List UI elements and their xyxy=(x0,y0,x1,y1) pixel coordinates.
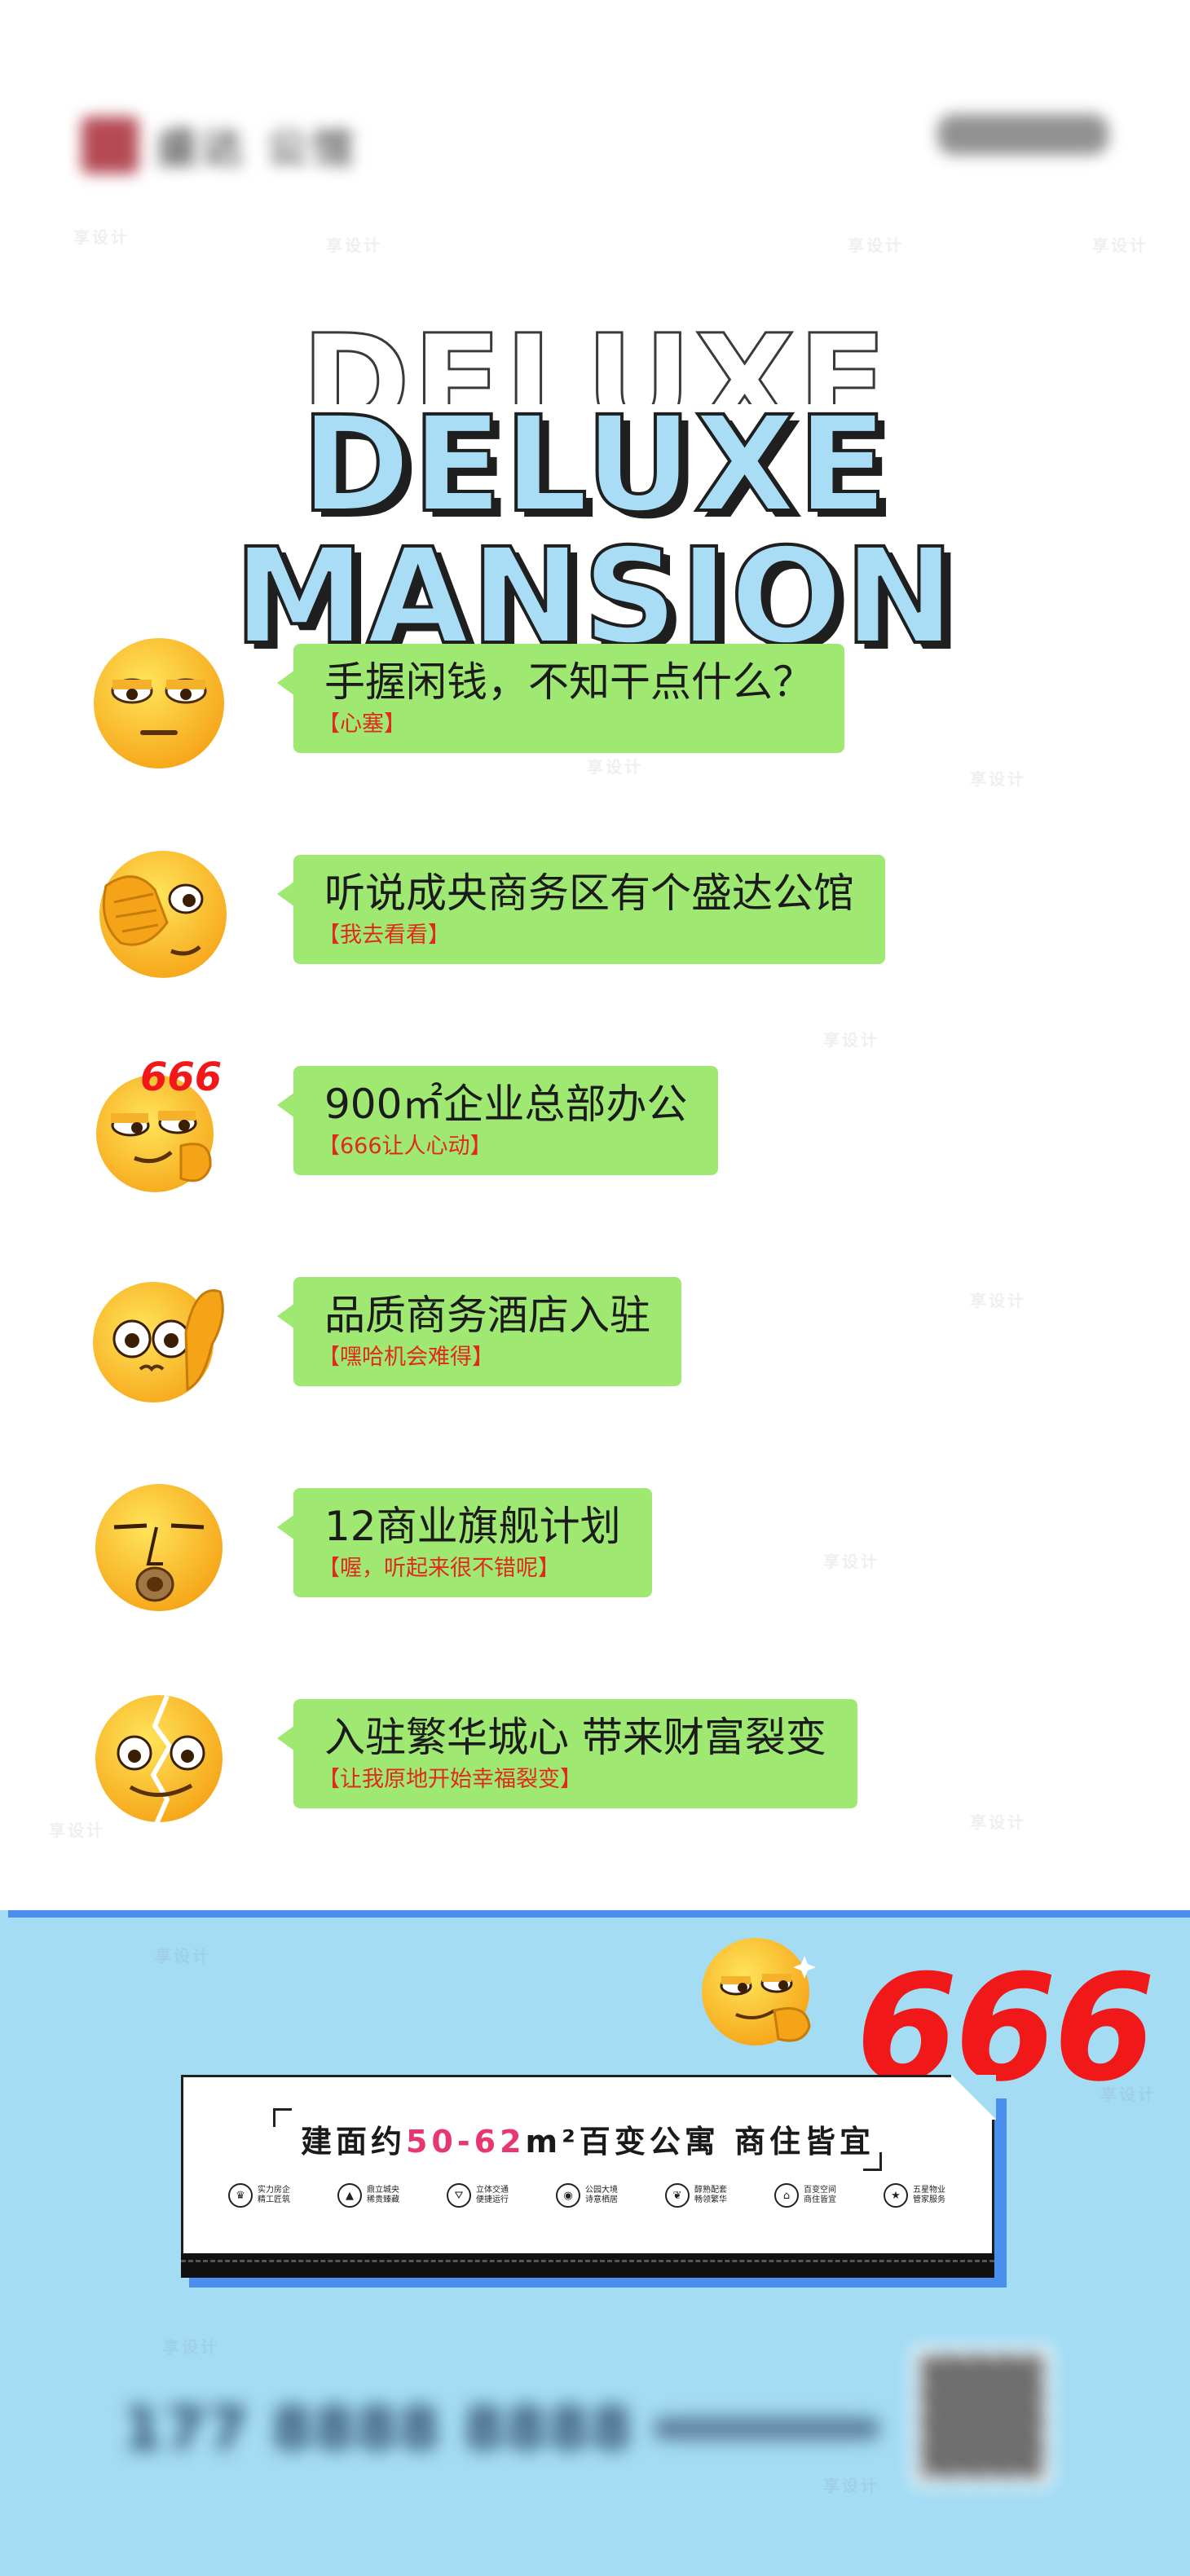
promo-card: 建面约50-62m²百变公寓 商住皆宜 ♛ 实力房企 精工匠筑 ▲ 鼎立城央 稀贵臻藏 … xyxy=(181,2075,994,2265)
cracked-face-emoji-icon xyxy=(95,1694,223,1825)
chat-row: 手握闲钱，不知干点什么？ 【心塞】 xyxy=(90,634,1117,773)
section-divider xyxy=(8,1910,1190,1918)
bubble-caption: 【心塞】 xyxy=(318,711,406,737)
card-bottom-bar xyxy=(181,2253,994,2278)
chat-row: 666 900㎡企业总部办公 【666让人心动】 xyxy=(90,1056,1117,1195)
feature-text: 五星物业 管家服务 xyxy=(913,2185,945,2205)
header-hotline xyxy=(937,114,1108,155)
chat-row: 入驻繁华城心 带来财富裂变 【让我原地开始幸福裂变】 xyxy=(90,1689,1117,1828)
leaf-icon: ❦ xyxy=(665,2183,690,2208)
service-icon: ★ xyxy=(884,2183,908,2208)
card-title-pre: 建面约 xyxy=(300,2124,406,2160)
watermark: 享设计 xyxy=(1092,236,1148,255)
rolling-eyes-emoji-icon xyxy=(94,638,224,768)
feature-item: ◉ 公园大境 诗意栖居 xyxy=(556,2183,626,2208)
chat-bubble: 入驻繁华城心 带来财富裂变 【让我原地开始幸福裂变】 xyxy=(277,1699,857,1809)
chat-bubble: 听说成央商务区有个盛达公馆 【我去看看】 xyxy=(277,855,885,965)
feature-text: 立体交通 便捷运行 xyxy=(476,2185,509,2205)
feature-text: 公园大境 诗意栖居 xyxy=(585,2185,618,2205)
watermark: 享设计 xyxy=(823,2476,879,2495)
watermark: 享设计 xyxy=(73,227,130,247)
home-icon: ⌂ xyxy=(774,2183,799,2208)
feature-item: ⌂ 百变空间 商住皆宜 xyxy=(774,2183,844,2208)
bubble-caption: 【666让人心动】 xyxy=(318,1134,492,1159)
feature-text: 醇熟配套 畅领繁华 xyxy=(694,2185,727,2205)
chat-bubble: 手握闲钱，不知干点什么？ 【心塞】 xyxy=(277,644,844,754)
crown-icon: ♛ xyxy=(228,2183,253,2208)
bubble-text: 品质商务酒店入驻 xyxy=(324,1292,650,1339)
bubble-caption: 【让我原地开始幸福裂变】 xyxy=(318,1767,582,1792)
phone-number: 177 8888 8888 xyxy=(122,2394,634,2463)
qr-code xyxy=(913,2347,1051,2486)
feature-item: ❦ 醇熟配套 畅领繁华 xyxy=(665,2183,735,2208)
feature-text: 实力房企 精工匠筑 xyxy=(258,2185,290,2205)
chat-row: 品质商务酒店入驻 【嘿哈机会难得】 xyxy=(90,1267,1117,1406)
title-main: DELUXE MANSION xyxy=(232,389,957,674)
building-icon: ▲ xyxy=(337,2183,362,2208)
contact-phone: 177 8888 8888 xyxy=(122,2394,880,2463)
chat-bubble: 900㎡企业总部办公 【666让人心动】 xyxy=(276,1066,719,1176)
chat-bubble: 12商业旗舰计划 【喔，听起来很不错呢】 xyxy=(277,1488,652,1598)
chat-bubble: 品质商务酒店入驻 【嘿哈机会难得】 xyxy=(277,1277,681,1387)
logo-mark-icon xyxy=(82,116,139,174)
card-title: 建面约50-62m²百变公寓 商住皆宜 xyxy=(183,2116,992,2161)
hero-title: DELUXE MANSION DELUXE MANSION xyxy=(0,318,1190,665)
watermark: 享设计 xyxy=(823,1030,879,1050)
watermark: 享设计 xyxy=(326,236,382,255)
card-fold-corner xyxy=(951,2075,996,2120)
smirk-emoji-icon xyxy=(702,1938,816,2045)
brand-logo: 盛达 公馆 xyxy=(82,110,391,179)
poster: 享设计 享设计 享设计 享设计 享设计 享设计 享设计 享设计 享设计 享设计 … xyxy=(0,0,1190,2576)
feature-item: ★ 五星物业 管家服务 xyxy=(884,2183,954,2208)
watermark: 享设计 xyxy=(848,236,904,255)
bubble-caption: 【喔，听起来很不错呢】 xyxy=(318,1556,560,1581)
feature-item: ⛛ 立体交通 便捷运行 xyxy=(447,2183,517,2208)
feature-text: 鼎立城央 稀贵臻藏 xyxy=(367,2185,399,2205)
feature-item: ♛ 实力房企 精工匠筑 xyxy=(228,2183,298,2208)
card-title-post: 百变公寓 商住皆宜 xyxy=(579,2124,875,2160)
car-icon: ◉ xyxy=(556,2183,580,2208)
card-title-area: 50-62 xyxy=(405,2124,526,2160)
bubble-caption: 【嘿哈机会难得】 xyxy=(318,1345,494,1370)
bubble-text: 900㎡企业总部办公 xyxy=(324,1081,688,1128)
logo-text: 盛达 公馆 xyxy=(156,124,359,172)
chat-row: 听说成央商务区有个盛达公馆 【我去看看】 xyxy=(90,845,1117,984)
feature-list: ♛ 实力房企 精工匠筑 ▲ 鼎立城央 稀贵臻藏 ⛛ 立体交通 便捷运行 ◉ 公园大境 诗意栖居 … xyxy=(228,2183,954,2208)
card-title-unit: m² xyxy=(525,2124,580,2160)
666-thinking-emoji-icon: 666 xyxy=(96,1056,222,1192)
feature-text: 百变空间 商住皆宜 xyxy=(804,2185,836,2205)
bubble-text: 手握闲钱，不知干点什么？ xyxy=(324,658,813,706)
svg-text:666: 666 xyxy=(140,1056,222,1100)
bubble-caption: 【我去看看】 xyxy=(318,923,450,948)
bubble-text: 入驻繁华城心 带来财富裂变 xyxy=(324,1714,826,1761)
watermark: 享设计 xyxy=(155,1946,211,1966)
bubble-text: 听说成央商务区有个盛达公馆 xyxy=(324,870,854,917)
whistling-emoji-icon xyxy=(95,1484,223,1611)
chat-row: 12商业旗舰计划 【喔，听起来很不错呢】 xyxy=(90,1478,1117,1617)
feature-item: ▲ 鼎立城央 稀贵臻藏 xyxy=(337,2183,408,2208)
waving-emoji-icon xyxy=(93,1282,224,1402)
road-icon: ⛛ xyxy=(447,2183,471,2208)
peeking-emoji-icon xyxy=(99,851,227,978)
address-line xyxy=(653,2417,880,2440)
bubble-text: 12商业旗舰计划 xyxy=(324,1503,621,1550)
watermark: 享设计 xyxy=(163,2337,219,2357)
